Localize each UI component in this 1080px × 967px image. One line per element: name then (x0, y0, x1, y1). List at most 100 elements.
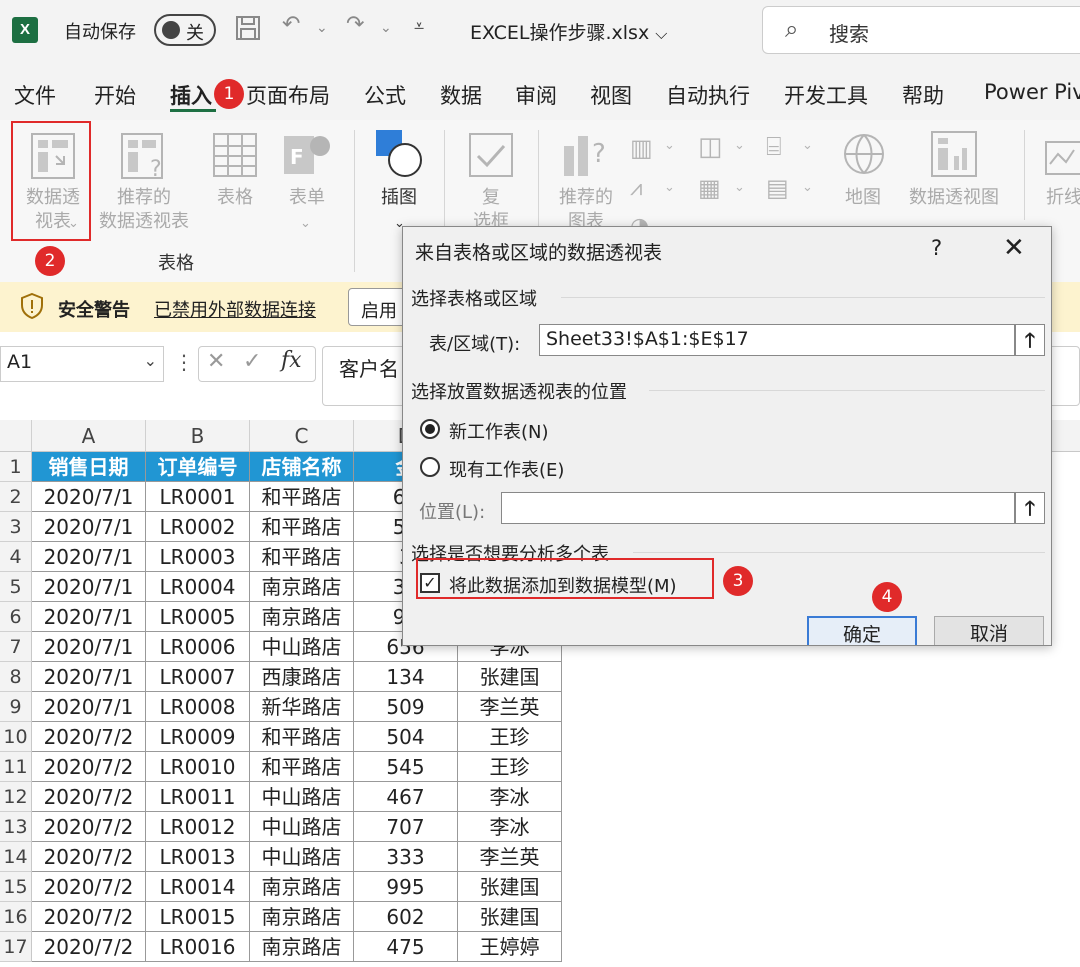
table-cell[interactable]: 2020/7/1 (32, 572, 146, 602)
row-header[interactable]: 14 (0, 842, 32, 872)
table-cell[interactable]: 中山路店 (250, 632, 354, 662)
table-cell[interactable]: 和平路店 (250, 722, 354, 752)
table-button[interactable]: 表格 (210, 186, 260, 210)
table-cell[interactable]: 李冰 (458, 782, 562, 812)
table-cell[interactable]: 602 (354, 902, 458, 932)
name-box[interactable]: A1 ⌄ (0, 346, 164, 382)
table-cell[interactable]: LR0004 (146, 572, 250, 602)
tab-insert[interactable]: 插入 (170, 80, 212, 110)
row-header[interactable]: 4 (0, 542, 32, 572)
table-cell[interactable]: 2020/7/2 (32, 782, 146, 812)
table-cell[interactable]: LR0015 (146, 902, 250, 932)
table-cell[interactable]: 2020/7/1 (32, 632, 146, 662)
tab-page-layout[interactable]: 页面布局 (246, 80, 330, 110)
table-cell[interactable]: 中山路店 (250, 842, 354, 872)
column-header-b[interactable]: B (146, 420, 250, 452)
form-button[interactable]: 表单 (282, 186, 332, 210)
sparkline-button[interactable]: 折线 (1046, 186, 1080, 210)
table-cell[interactable]: 2020/7/1 (32, 482, 146, 512)
table-cell[interactable]: LR0009 (146, 722, 250, 752)
table-cell[interactable]: 2020/7/1 (32, 662, 146, 692)
table-cell[interactable]: 134 (354, 662, 458, 692)
table-cell[interactable]: LR0014 (146, 872, 250, 902)
undo-icon[interactable]: ↶ (282, 12, 300, 37)
hierarchy-chart-icon[interactable]: ◫ (698, 132, 723, 162)
customize-toolbar-icon[interactable]: ⩡ (414, 16, 424, 37)
header-cell[interactable]: 订单编号 (146, 452, 250, 482)
security-warning-link[interactable]: 已禁用外部数据连接 (154, 296, 316, 322)
table-cell[interactable]: 王珍 (458, 722, 562, 752)
search-box[interactable]: ⌕ 搜索 (762, 6, 1080, 54)
illustration-button[interactable]: 插图 (372, 186, 426, 210)
row-header[interactable]: 10 (0, 722, 32, 752)
column-header-c[interactable]: C (250, 420, 354, 452)
row-header[interactable]: 3 (0, 512, 32, 542)
cancel-button[interactable]: 取消 (934, 616, 1044, 645)
check-icon[interactable]: ✓ (243, 349, 261, 374)
collapse-location-button[interactable]: 🡑 (1015, 492, 1045, 524)
autosave-toggle[interactable]: 关 (154, 14, 216, 46)
row-header[interactable]: 2 (0, 482, 32, 512)
table-cell[interactable]: 南京路店 (250, 572, 354, 602)
table-cell[interactable]: 张建国 (458, 662, 562, 692)
row-header[interactable]: 6 (0, 602, 32, 632)
table-cell[interactable]: 和平路店 (250, 542, 354, 572)
table-cell[interactable]: 2020/7/2 (32, 812, 146, 842)
table-cell[interactable]: LR0007 (146, 662, 250, 692)
insert-function-icon[interactable]: fx (281, 348, 302, 373)
map-button[interactable]: 地图 (836, 186, 890, 210)
line-chart-icon[interactable]: ⩘ (630, 176, 642, 201)
row-header[interactable]: 7 (0, 632, 32, 662)
help-button[interactable]: ? (931, 236, 942, 260)
table-cell[interactable]: 467 (354, 782, 458, 812)
row-header[interactable]: 9 (0, 692, 32, 722)
tab-developer[interactable]: 开发工具 (784, 80, 868, 110)
table-cell[interactable]: 707 (354, 812, 458, 842)
table-cell[interactable]: 南京路店 (250, 932, 354, 962)
recommended-pivot-button[interactable]: 推荐的 数据透视表 (94, 186, 194, 234)
table-cell[interactable]: 2020/7/1 (32, 512, 146, 542)
file-title[interactable]: EXCEL操作步骤.xlsx ⌵ (470, 18, 667, 45)
table-cell[interactable]: 李冰 (458, 812, 562, 842)
table-cell[interactable]: 509 (354, 692, 458, 722)
table-cell[interactable]: 西康路店 (250, 662, 354, 692)
table-cell[interactable]: 南京路店 (250, 602, 354, 632)
row-header[interactable]: 16 (0, 902, 32, 932)
table-cell[interactable]: 王婷婷 (458, 932, 562, 962)
column-chart-icon[interactable]: ▥ (630, 134, 653, 162)
close-icon[interactable]: ✕ (1003, 233, 1025, 263)
table-cell[interactable]: LR0013 (146, 842, 250, 872)
tab-power-pivot[interactable]: Power Piv (984, 80, 1080, 104)
select-all-corner[interactable] (0, 420, 32, 452)
table-cell[interactable]: 504 (354, 722, 458, 752)
table-cell[interactable]: LR0008 (146, 692, 250, 722)
waterfall-chart-icon[interactable]: ⌸ (766, 132, 782, 163)
row-header[interactable]: 15 (0, 872, 32, 902)
collapse-range-button[interactable]: 🡑 (1015, 324, 1045, 356)
row-header[interactable]: 17 (0, 932, 32, 962)
row-header[interactable]: 13 (0, 812, 32, 842)
tab-help[interactable]: 帮助 (902, 80, 944, 110)
table-cell[interactable]: 新华路店 (250, 692, 354, 722)
table-cell[interactable]: 333 (354, 842, 458, 872)
header-cell[interactable]: 店铺名称 (250, 452, 354, 482)
table-cell[interactable]: 2020/7/1 (32, 542, 146, 572)
table-cell[interactable]: 2020/7/2 (32, 752, 146, 782)
table-cell[interactable]: 2020/7/2 (32, 872, 146, 902)
cancel-icon[interactable]: ✕ (207, 349, 225, 374)
table-cell[interactable]: LR0001 (146, 482, 250, 512)
table-cell[interactable]: LR0006 (146, 632, 250, 662)
table-cell[interactable]: 995 (354, 872, 458, 902)
table-cell[interactable]: 2020/7/2 (32, 902, 146, 932)
table-cell[interactable]: 中山路店 (250, 782, 354, 812)
tab-home[interactable]: 开始 (94, 80, 136, 110)
radio-existing-sheet[interactable] (420, 457, 440, 477)
table-cell[interactable]: 和平路店 (250, 752, 354, 782)
tab-view[interactable]: 视图 (590, 80, 632, 110)
column-header-a[interactable]: A (32, 420, 146, 452)
redo-dropdown-icon[interactable]: ⌄ (380, 20, 392, 36)
tab-automate[interactable]: 自动执行 (666, 80, 750, 110)
ok-button[interactable]: 确定 (807, 616, 917, 645)
save-icon[interactable] (234, 14, 262, 48)
combo-chart-icon[interactable]: ▤ (766, 174, 789, 202)
